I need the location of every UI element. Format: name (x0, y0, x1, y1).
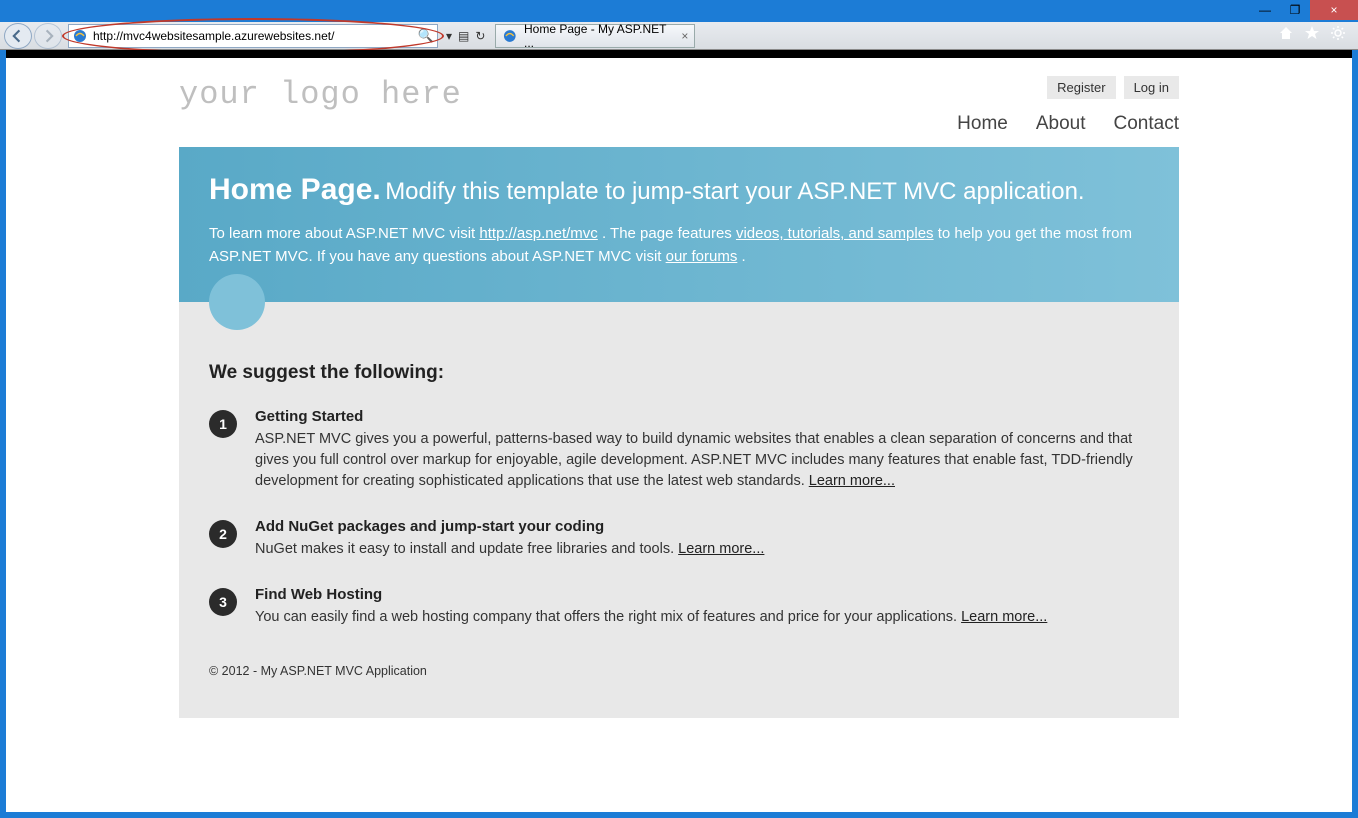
site-logo: your logo here (179, 76, 462, 113)
forward-button[interactable] (34, 23, 62, 49)
step-number-badge: 2 (209, 520, 237, 548)
suggestion-item: 3 Find Web Hosting You can easily find a… (209, 586, 1149, 628)
tab-favicon-icon (502, 28, 518, 44)
login-link[interactable]: Log in (1124, 76, 1179, 99)
compat-view-icon[interactable]: ▤ (458, 29, 469, 43)
content-area: We suggest the following: 1 Getting Star… (179, 302, 1179, 718)
step-body: ASP.NET MVC gives you a powerful, patter… (255, 429, 1149, 492)
register-link[interactable]: Register (1047, 76, 1115, 99)
favorites-icon[interactable] (1304, 25, 1320, 46)
step-body: You can easily find a web hosting compan… (255, 607, 1047, 628)
hero-link-forums[interactable]: our forums (666, 248, 738, 265)
hero-title: Home Page. (209, 173, 381, 206)
tab-title: Home Page - My ASP.NET ... (524, 22, 675, 50)
address-input[interactable] (68, 24, 438, 48)
search-icon[interactable]: 🔍 (418, 28, 434, 44)
footer-text: © 2012 - My ASP.NET MVC Application (209, 664, 1149, 678)
suggestions-heading: We suggest the following: (209, 362, 1149, 384)
step-body: NuGet makes it easy to install and updat… (255, 539, 764, 560)
step-number-badge: 3 (209, 588, 237, 616)
hero-bump-decoration (209, 274, 265, 330)
main-nav: Home About Contact (957, 113, 1179, 135)
learn-more-link[interactable]: Learn more... (809, 473, 895, 489)
address-bar-wrap: 🔍 (68, 24, 438, 48)
top-stripe (6, 50, 1352, 58)
restore-button[interactable]: ❐ (1280, 0, 1310, 20)
browser-tab[interactable]: Home Page - My ASP.NET ... × (495, 24, 695, 48)
hero-text-2: . The page features (602, 225, 736, 242)
step-title: Add NuGet packages and jump-start your c… (255, 518, 764, 535)
hero-subtitle-text: Modify this template to jump-start your … (385, 178, 1084, 205)
page-viewport: your logo here Register Log in Home Abou… (6, 50, 1352, 812)
home-icon[interactable] (1278, 25, 1294, 46)
minimize-button[interactable]: — (1250, 0, 1280, 20)
step-number-badge: 1 (209, 410, 237, 438)
tab-close-icon[interactable]: × (681, 29, 688, 43)
tools-icon[interactable] (1330, 25, 1346, 46)
learn-more-link[interactable]: Learn more... (678, 541, 764, 557)
learn-more-link[interactable]: Learn more... (961, 609, 1047, 625)
hero-paragraph: To learn more about ASP.NET MVC visit ht… (209, 223, 1149, 268)
suggestion-item: 2 Add NuGet packages and jump-start your… (209, 518, 1149, 560)
nav-home[interactable]: Home (957, 113, 1008, 135)
back-button[interactable] (4, 23, 32, 49)
step-title: Getting Started (255, 408, 1149, 425)
close-button[interactable]: × (1310, 0, 1358, 20)
browser-toolbar: 🔍 ▾ ▤ ↻ Home Page - My ASP.NET ... × (0, 22, 1358, 50)
ie-favicon-icon (72, 28, 88, 44)
site-header: your logo here Register Log in Home Abou… (179, 58, 1179, 147)
suggestion-item: 1 Getting Started ASP.NET MVC gives you … (209, 408, 1149, 492)
hero-text-1: To learn more about ASP.NET MVC visit (209, 225, 479, 242)
nav-contact[interactable]: Contact (1114, 113, 1179, 135)
nav-about[interactable]: About (1036, 113, 1086, 135)
refresh-icon[interactable]: ↻ (475, 29, 485, 43)
dropdown-icon[interactable]: ▾ (446, 29, 452, 43)
step-title: Find Web Hosting (255, 586, 1047, 603)
window-titlebar: — ❐ × (0, 0, 1358, 22)
hero-link-samples[interactable]: videos, tutorials, and samples (736, 225, 934, 242)
hero-banner: Home Page. Modify this template to jump-… (179, 147, 1179, 302)
hero-link-mvc[interactable]: http://asp.net/mvc (479, 225, 597, 242)
hero-text-4: . (742, 248, 746, 265)
